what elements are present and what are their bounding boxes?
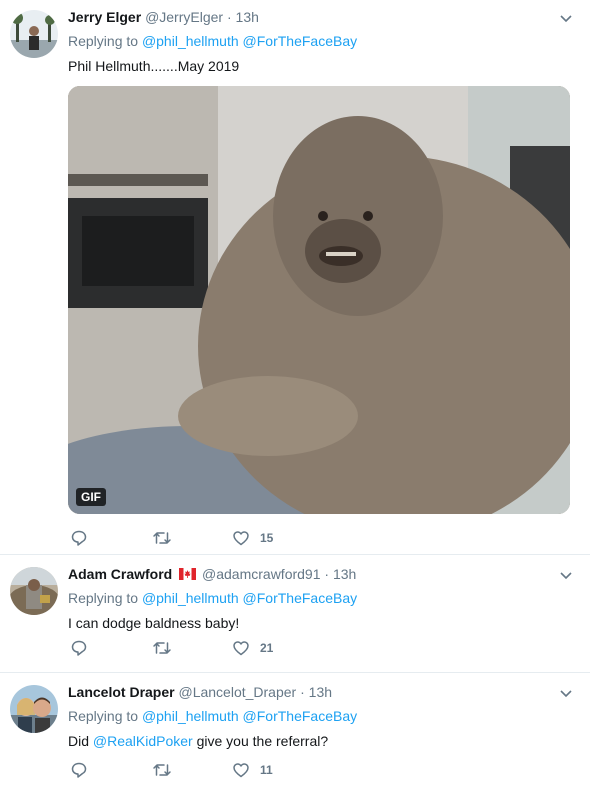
tweet[interactable]: Adam Crawford @adamcrawford91 · 13h Repl… bbox=[0, 555, 590, 673]
separator-dot: · bbox=[324, 566, 330, 582]
retweet-button[interactable] bbox=[152, 761, 232, 779]
tweet-text-end: give you the referral? bbox=[196, 733, 329, 749]
retweet-button[interactable] bbox=[152, 529, 232, 547]
replying-to: Replying to @phil_hellmuth @ForTheFaceBa… bbox=[68, 589, 570, 607]
reply-target-link[interactable]: @phil_hellmuth bbox=[142, 590, 239, 606]
reply-target-link[interactable]: @ForTheFaceBay bbox=[243, 708, 358, 724]
author-name[interactable]: Jerry Elger bbox=[68, 9, 141, 25]
replying-to: Replying to @phil_hellmuth @ForTheFaceBa… bbox=[68, 707, 570, 725]
retweet-icon bbox=[153, 642, 171, 654]
author-handle[interactable]: @Lancelot_Draper bbox=[178, 684, 296, 700]
replying-to-label: Replying to bbox=[68, 708, 139, 724]
timestamp[interactable]: 13h bbox=[309, 684, 332, 700]
reply-target-link[interactable]: @phil_hellmuth bbox=[142, 708, 239, 724]
reply-target-link[interactable]: @ForTheFaceBay bbox=[243, 590, 358, 606]
like-button[interactable]: 21 bbox=[232, 639, 273, 657]
like-count: 11 bbox=[260, 763, 273, 777]
heart-icon bbox=[233, 763, 249, 778]
timestamp[interactable]: 13h bbox=[236, 9, 259, 25]
avatar[interactable] bbox=[10, 685, 58, 733]
author-name[interactable]: Adam Crawford bbox=[68, 566, 172, 582]
author-handle[interactable]: @adamcrawford91 bbox=[202, 566, 321, 582]
tweet-text-start: Did bbox=[68, 733, 90, 749]
retweet-icon bbox=[153, 532, 171, 544]
tweet-text: I can dodge baldness baby! bbox=[68, 615, 240, 631]
reply-target-link[interactable]: @phil_hellmuth bbox=[142, 33, 239, 49]
heart-icon bbox=[233, 641, 249, 656]
retweet-icon bbox=[153, 764, 171, 776]
reply-target-link[interactable]: @ForTheFaceBay bbox=[243, 33, 358, 49]
gif-image bbox=[68, 86, 570, 514]
heart-icon bbox=[233, 531, 249, 546]
tweet[interactable]: Jerry Elger @JerryElger · 13h Replying t… bbox=[0, 0, 590, 555]
gif-media[interactable]: GIF bbox=[68, 86, 570, 514]
avatar[interactable] bbox=[10, 567, 58, 615]
like-button[interactable]: 11 bbox=[232, 761, 273, 779]
reply-button[interactable] bbox=[70, 761, 152, 779]
canada-flag-icon bbox=[179, 568, 197, 580]
like-button[interactable]: 15 bbox=[232, 529, 273, 547]
chevron-down-icon[interactable] bbox=[558, 685, 574, 701]
tweet-actions: 11 bbox=[70, 760, 273, 780]
replying-to-label: Replying to bbox=[68, 33, 139, 49]
reply-icon bbox=[71, 640, 87, 656]
chevron-down-icon[interactable] bbox=[558, 10, 574, 26]
separator-dot: · bbox=[300, 684, 305, 700]
replying-to: Replying to @phil_hellmuth @ForTheFaceBa… bbox=[68, 32, 570, 50]
timestamp[interactable]: 13h bbox=[333, 566, 356, 582]
like-count: 15 bbox=[260, 531, 274, 545]
tweet-actions: 15 bbox=[70, 528, 273, 548]
replying-to-label: Replying to bbox=[68, 590, 139, 606]
separator-dot: · bbox=[226, 9, 232, 25]
reply-icon bbox=[71, 530, 87, 546]
mention-link[interactable]: @RealKidPoker bbox=[93, 733, 193, 749]
tweet-actions: 21 bbox=[70, 638, 273, 658]
author-handle[interactable]: @JerryElger bbox=[145, 9, 223, 25]
like-count: 21 bbox=[260, 641, 274, 655]
gif-badge: GIF bbox=[76, 488, 106, 506]
chevron-down-icon[interactable] bbox=[558, 567, 574, 583]
tweet[interactable]: Lancelot Draper @Lancelot_Draper · 13h R… bbox=[0, 673, 590, 786]
reply-button[interactable] bbox=[70, 639, 152, 657]
reply-icon bbox=[71, 762, 87, 778]
author-name[interactable]: Lancelot Draper bbox=[68, 684, 175, 700]
reply-button[interactable] bbox=[70, 529, 152, 547]
avatar[interactable] bbox=[10, 10, 58, 58]
tweet-text: Phil Hellmuth.......May 2019 bbox=[68, 58, 240, 74]
tweet-text: Did @RealKidPoker give you the referral? bbox=[68, 731, 570, 751]
retweet-button[interactable] bbox=[152, 639, 232, 657]
